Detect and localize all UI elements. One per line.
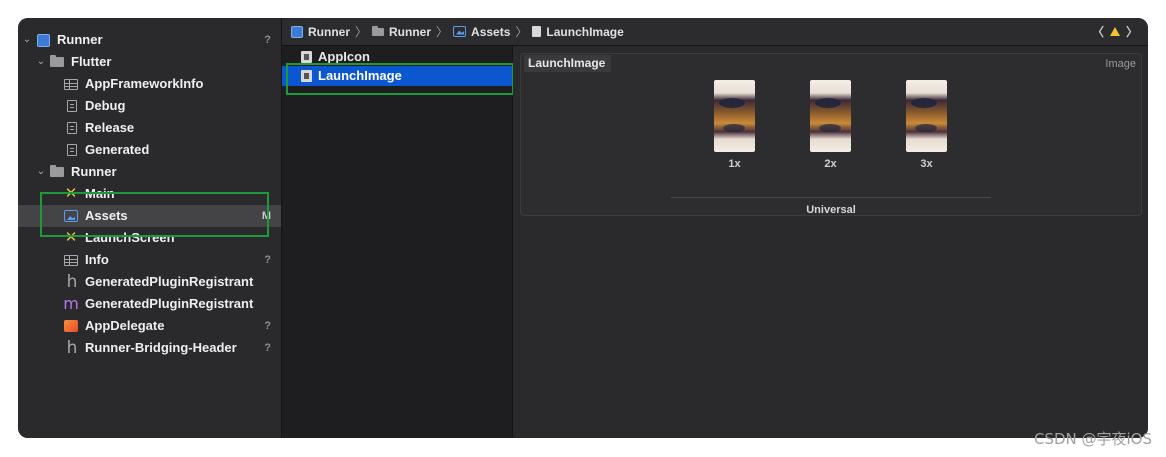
- watermark: CSDN @宇夜iOS: [1033, 430, 1152, 448]
- image-set-icon: [532, 25, 542, 39]
- image-set-panel: LaunchImage Image 1x 2x 3x Universal: [520, 53, 1142, 216]
- config-file-icon: [65, 99, 79, 113]
- nav-item-label: AppDelegate: [85, 318, 165, 333]
- nav-item-appframeworkinfo[interactable]: AppFrameworkInfo: [18, 73, 281, 95]
- project-icon: [291, 25, 303, 39]
- nav-item-appdelegate[interactable]: AppDelegate ?: [18, 315, 281, 337]
- chevron-down-icon[interactable]: ⌄: [36, 51, 46, 73]
- status-badge: ?: [264, 342, 271, 354]
- warning-icon[interactable]: [1109, 27, 1120, 36]
- breadcrumb-separator: 〉: [355, 25, 368, 39]
- nav-item-label: AppFrameworkInfo: [85, 76, 204, 91]
- breadcrumb-label: LaunchImage: [546, 24, 624, 39]
- chevron-down-icon[interactable]: ⌄: [22, 29, 32, 51]
- image-thumbnail[interactable]: [714, 80, 755, 152]
- image-set-type: Image: [1105, 58, 1136, 70]
- header-file-icon: h: [66, 272, 78, 292]
- status-badge: ?: [264, 320, 271, 332]
- status-badge: ?: [264, 34, 271, 46]
- objc-file-icon: m: [63, 294, 79, 313]
- breadcrumb-separator: 〉: [436, 25, 449, 39]
- config-file-icon: [65, 121, 79, 135]
- image-thumbnail[interactable]: [810, 80, 851, 152]
- swift-file-icon: [64, 319, 78, 333]
- nav-item-generated[interactable]: Generated: [18, 139, 281, 161]
- asset-catalog-icon: [453, 25, 467, 39]
- breadcrumb-runner-project[interactable]: Runner: [291, 25, 350, 39]
- plist-icon: [64, 77, 78, 91]
- slot-label: 3x: [920, 158, 933, 170]
- project-icon: [36, 33, 50, 47]
- breadcrumb-assets[interactable]: Assets: [453, 25, 510, 39]
- project-navigator: ⌄ Runner ? ⌄ Flutter AppFrameworkInfo De…: [18, 18, 282, 438]
- image-slot-3x[interactable]: 3x: [906, 80, 947, 170]
- folder-icon: [50, 165, 64, 179]
- nav-item-label: Runner-Bridging-Header: [85, 340, 237, 355]
- annotation-highlight-box: [40, 192, 269, 237]
- nav-item-generatedpluginregistrant-m[interactable]: m GeneratedPluginRegistrant: [18, 293, 281, 315]
- image-set-icon: [301, 51, 312, 63]
- nav-item-label: Generated: [85, 142, 150, 157]
- nav-item-generatedpluginregistrant-h[interactable]: h GeneratedPluginRegistrant: [18, 271, 281, 293]
- slot-label: 2x: [824, 158, 837, 170]
- slot-label: 1x: [728, 158, 741, 170]
- image-set-editor: LaunchImage Image 1x 2x 3x Universal: [513, 46, 1148, 438]
- nav-item-label: Runner: [71, 164, 117, 179]
- nav-item-label: GeneratedPluginRegistrant: [85, 296, 254, 311]
- nav-item-release[interactable]: Release: [18, 117, 281, 139]
- folder-icon: [50, 55, 64, 69]
- nav-item-label: Info: [85, 252, 109, 267]
- nav-item-debug[interactable]: Debug: [18, 95, 281, 117]
- breadcrumb-label: Assets: [471, 24, 511, 39]
- nav-item-info[interactable]: Info ?: [18, 249, 281, 271]
- nav-item-label: Release: [85, 120, 135, 135]
- breadcrumb-runner-folder[interactable]: Runner: [372, 25, 431, 39]
- nav-item-label: Flutter: [71, 54, 112, 69]
- device-group-label: Universal: [806, 204, 856, 216]
- header-file-icon: h: [66, 338, 78, 358]
- xcode-window: ⌄ Runner ? ⌄ Flutter AppFrameworkInfo De…: [18, 18, 1148, 438]
- image-thumbnail[interactable]: [906, 80, 947, 152]
- image-set-title: LaunchImage: [524, 55, 612, 72]
- breadcrumb-separator: 〉: [515, 25, 528, 39]
- breadcrumb-label: Runner: [308, 24, 350, 39]
- plist-icon: [64, 253, 78, 267]
- nav-item-runner-folder[interactable]: ⌄ Runner: [18, 161, 281, 183]
- jump-bar: Runner 〉 Runner 〉 Assets 〉 LaunchImage 〈…: [282, 18, 1148, 46]
- divider: [671, 197, 991, 198]
- asset-catalog-list: AppIcon LaunchImage: [282, 46, 514, 438]
- jump-bar-controls: 〈 〉: [1092, 18, 1138, 45]
- nav-item-label: GeneratedPluginRegistrant: [85, 274, 254, 289]
- nav-item-runner-project[interactable]: ⌄ Runner ?: [18, 29, 281, 51]
- nav-item-runner-bridging-header[interactable]: h Runner-Bridging-Header ?: [18, 337, 281, 359]
- image-slot-1x[interactable]: 1x: [714, 80, 755, 170]
- config-file-icon: [65, 143, 79, 157]
- breadcrumb-launchimage[interactable]: LaunchImage: [532, 24, 624, 39]
- image-slot-2x[interactable]: 2x: [810, 80, 851, 170]
- chevron-down-icon[interactable]: ⌄: [36, 161, 46, 183]
- nav-forward-icon[interactable]: 〉: [1126, 23, 1138, 40]
- breadcrumb-label: Runner: [389, 24, 432, 39]
- nav-item-label: Debug: [85, 98, 126, 113]
- status-badge: ?: [264, 254, 271, 266]
- nav-back-icon[interactable]: 〈: [1092, 23, 1104, 40]
- annotation-highlight-box: [286, 63, 514, 95]
- nav-item-flutter-folder[interactable]: ⌄ Flutter: [18, 51, 281, 73]
- folder-icon: [372, 25, 385, 39]
- nav-item-label: Runner: [57, 32, 103, 47]
